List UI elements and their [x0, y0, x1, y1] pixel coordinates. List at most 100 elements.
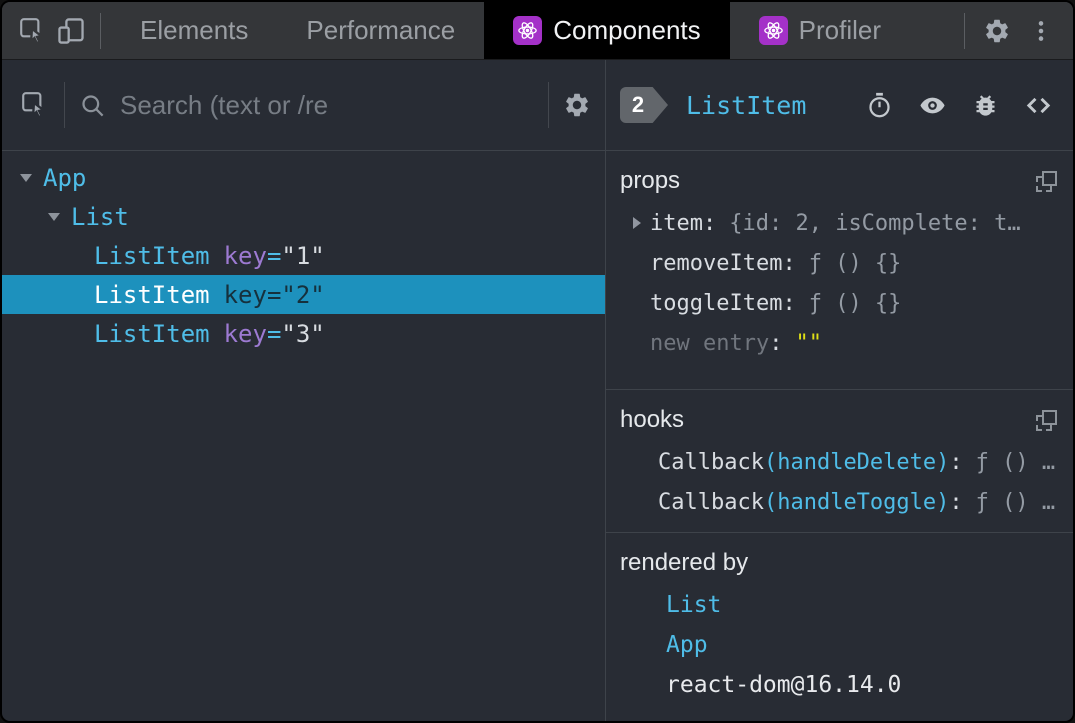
tree-toolbar: [2, 60, 605, 151]
components-panel: App List ListItemkey="1" ListItemkey="2"…: [2, 60, 1073, 721]
arrow-cell: [624, 217, 650, 229]
component-tree: App List ListItem key = "1" ListItem key = "2"…: [2, 151, 605, 721]
tree-row-listitem-1[interactable]: ListItem key = "1": [2, 236, 605, 275]
hook-type: Callback: [658, 449, 764, 475]
device-toolbar-icon: [56, 16, 86, 46]
equals-sign: =: [266, 319, 282, 348]
prop-value: ƒ () {}: [808, 250, 902, 276]
toolbar-divider: [64, 82, 65, 128]
devtools-menu-button[interactable]: [1019, 18, 1063, 44]
new-entry-name-input[interactable]: new entry: [650, 331, 769, 356]
tab-performance[interactable]: Performance: [277, 2, 484, 59]
hook-type: Callback: [658, 489, 764, 515]
hooks-section: hooks Callback(handleDelete):ƒ () {} Cal…: [606, 390, 1073, 533]
copy-hooks-icon[interactable]: [1036, 409, 1057, 431]
tabbar-divider: [964, 12, 965, 49]
props-section: props item: {id: 2, isComplete: t… remove…: [606, 151, 1073, 390]
inspector-header: 2 ListItem: [606, 60, 1073, 151]
tab-label: Elements: [140, 15, 249, 45]
colon: :: [949, 449, 963, 475]
component-inspector-panel: 2 ListItem props item: {id: 2, isComple…: [606, 60, 1073, 721]
hooks-title: hooks: [620, 406, 685, 433]
inspect-dom-eye-button[interactable]: [918, 91, 947, 120]
inspect-element-button[interactable]: [14, 2, 52, 59]
key-attribute: key: [223, 280, 267, 309]
search-input[interactable]: [120, 89, 534, 121]
tree-row-listitem-2-selected[interactable]: ListItem key = "2": [2, 275, 605, 314]
components-settings-button[interactable]: [563, 91, 591, 119]
prop-value: {id: 2, isComplete: t…: [729, 210, 1021, 236]
suspend-stopwatch-button[interactable]: [866, 92, 893, 119]
hooks-section-title-row: hooks: [620, 406, 1057, 434]
log-to-console-bug-button[interactable]: [972, 92, 999, 119]
gear-icon: [983, 17, 1011, 45]
component-name: List: [71, 202, 129, 231]
key-value: "2": [281, 280, 325, 309]
hook-name: (handleToggle): [763, 489, 950, 515]
equals-sign: =: [266, 241, 282, 270]
new-entry-value-input[interactable]: "": [795, 331, 822, 356]
component-name: ListItem: [94, 319, 210, 348]
tree-row-app[interactable]: App: [2, 158, 605, 197]
colon: :: [782, 290, 796, 316]
inspector-actions: [866, 91, 1053, 120]
tree-row-list[interactable]: List: [2, 197, 605, 236]
props-section-title-row: props: [620, 167, 1057, 195]
rendered-by-title-row: rendered by: [620, 549, 1057, 577]
prop-name: removeItem: [650, 250, 783, 276]
expand-arrow-icon[interactable]: [20, 173, 32, 182]
tab-elements[interactable]: Elements: [111, 2, 277, 59]
tabbar-right-group: [954, 2, 1073, 59]
tab-label: Components: [553, 15, 701, 45]
kebab-menu-icon: [1028, 18, 1054, 44]
devtools-tabbar: Elements Performance Components Profiler: [2, 2, 1073, 60]
rendered-by-title: rendered by: [620, 549, 749, 576]
tree-row-listitem-3[interactable]: ListItem key = "3": [2, 314, 605, 353]
copy-props-icon[interactable]: [1036, 170, 1057, 192]
expand-arrow-icon[interactable]: [48, 212, 60, 221]
rendered-by-section: rendered by List App react-dom@16.14.0: [606, 533, 1073, 721]
owner-link[interactable]: App: [666, 632, 708, 658]
tabbar-divider: [100, 12, 101, 49]
hook-name: (handleDelete): [763, 449, 950, 475]
prop-row-toggleitem[interactable]: toggleItem: ƒ () {}: [620, 283, 1057, 323]
owner-link[interactable]: List: [666, 592, 721, 618]
prop-value: ƒ () {}: [808, 290, 902, 316]
hook-row-handledelete[interactable]: Callback(handleDelete): ƒ () {}: [620, 442, 1057, 482]
props-title: props: [620, 167, 681, 194]
hook-row-handletoggle[interactable]: Callback(handleToggle): ƒ () {}: [620, 482, 1057, 522]
expand-arrow-icon[interactable]: [633, 217, 641, 229]
component-tree-panel: App List ListItemkey="1" ListItemkey="2"…: [2, 60, 606, 721]
key-value: "1": [281, 241, 325, 270]
key-value: "3": [281, 319, 325, 348]
prop-name: item: [650, 210, 703, 236]
prop-name: toggleItem: [650, 290, 783, 316]
view-source-brackets-button[interactable]: [1024, 91, 1053, 120]
key-attribute: key: [223, 319, 267, 348]
prop-row-removeitem[interactable]: removeItem: ƒ () {}: [620, 243, 1057, 283]
rendered-by-app-link[interactable]: App: [620, 625, 1057, 665]
tab-profiler[interactable]: Profiler: [730, 2, 910, 59]
select-element-button[interactable]: [20, 90, 50, 120]
hook-value: ƒ () {}: [975, 489, 1057, 515]
key-badge: 2: [620, 87, 668, 123]
colon: :: [769, 330, 783, 356]
react-logo-icon: [758, 16, 788, 45]
colon: :: [949, 489, 963, 515]
inspect-cursor-icon: [18, 16, 48, 46]
tab-label: Performance: [306, 15, 456, 45]
prop-row-item[interactable]: item: {id: 2, isComplete: t…: [620, 203, 1057, 243]
equals-sign: =: [266, 280, 282, 309]
rendered-by-react-dom: react-dom@16.14.0: [620, 665, 1057, 705]
tab-label: Profiler: [798, 15, 882, 45]
component-name: ListItem: [94, 280, 210, 309]
prop-row-new-entry[interactable]: new entry: "": [620, 323, 1057, 363]
tab-components[interactable]: Components: [484, 2, 730, 59]
colon: :: [782, 250, 796, 276]
toolbar-divider: [548, 82, 549, 128]
rendered-by-list-link[interactable]: List: [620, 585, 1057, 625]
device-toolbar-button[interactable]: [52, 2, 90, 59]
selected-component-name: ListItem: [686, 90, 807, 120]
devtools-settings-button[interactable]: [975, 17, 1019, 45]
renderer-version: react-dom@16.14.0: [666, 672, 902, 698]
